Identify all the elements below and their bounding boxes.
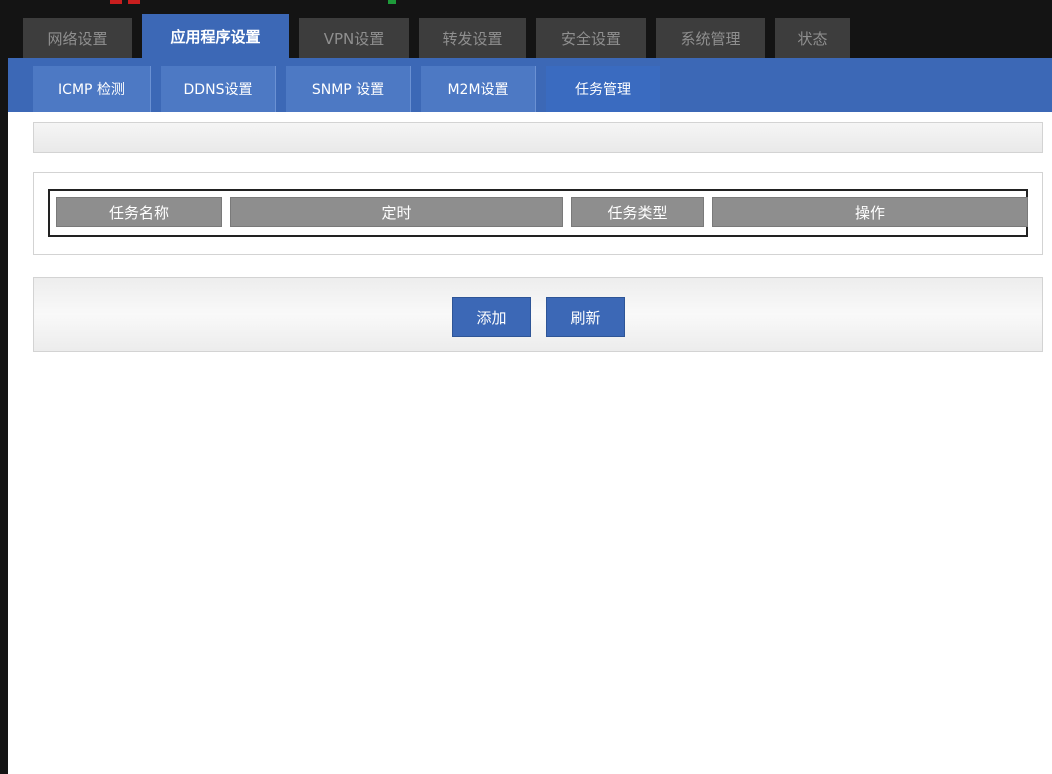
column-header-task-name: 任务名称 bbox=[56, 197, 222, 227]
status-indicator-red-2 bbox=[128, 0, 140, 4]
task-table: 任务名称 定时 任务类型 操作 bbox=[48, 189, 1028, 237]
tab-forwarding-settings[interactable]: 转发设置 bbox=[419, 18, 526, 58]
column-header-task-type: 任务类型 bbox=[571, 197, 704, 227]
subtab-m2m-settings[interactable]: M2M设置 bbox=[421, 66, 536, 112]
section-header-bar bbox=[33, 122, 1043, 153]
left-border bbox=[0, 58, 8, 774]
task-table-panel: 任务名称 定时 任务类型 操作 bbox=[33, 172, 1043, 255]
task-table-header: 任务名称 定时 任务类型 操作 bbox=[56, 197, 1028, 227]
subtab-icmp-check[interactable]: ICMP 检测 bbox=[33, 66, 151, 112]
tab-system-management[interactable]: 系统管理 bbox=[656, 18, 765, 58]
action-bar: 添加 刷新 bbox=[33, 277, 1043, 352]
refresh-button[interactable]: 刷新 bbox=[546, 297, 625, 337]
sub-nav: ICMP 检测 DDNS设置 SNMP 设置 M2M设置 任务管理 bbox=[33, 66, 671, 112]
tab-application-settings[interactable]: 应用程序设置 bbox=[142, 14, 289, 58]
subtab-ddns-settings[interactable]: DDNS设置 bbox=[161, 66, 276, 112]
subtab-snmp-settings[interactable]: SNMP 设置 bbox=[286, 66, 411, 112]
add-button[interactable]: 添加 bbox=[452, 297, 531, 337]
main-nav: 网络设置 应用程序设置 VPN设置 转发设置 安全设置 系统管理 状态 bbox=[23, 14, 860, 58]
column-header-schedule: 定时 bbox=[230, 197, 563, 227]
sub-nav-bar: ICMP 检测 DDNS设置 SNMP 设置 M2M设置 任务管理 bbox=[8, 58, 1052, 112]
tab-status[interactable]: 状态 bbox=[775, 18, 850, 58]
tab-network-settings[interactable]: 网络设置 bbox=[23, 18, 132, 58]
content-area: 任务名称 定时 任务类型 操作 添加 刷新 bbox=[8, 112, 1052, 774]
subtab-task-management[interactable]: 任务管理 bbox=[546, 66, 661, 112]
tab-vpn-settings[interactable]: VPN设置 bbox=[299, 18, 409, 58]
status-indicator-red bbox=[110, 0, 122, 4]
column-header-actions: 操作 bbox=[712, 197, 1028, 227]
status-indicator-green bbox=[388, 0, 396, 4]
tab-security-settings[interactable]: 安全设置 bbox=[536, 18, 646, 58]
